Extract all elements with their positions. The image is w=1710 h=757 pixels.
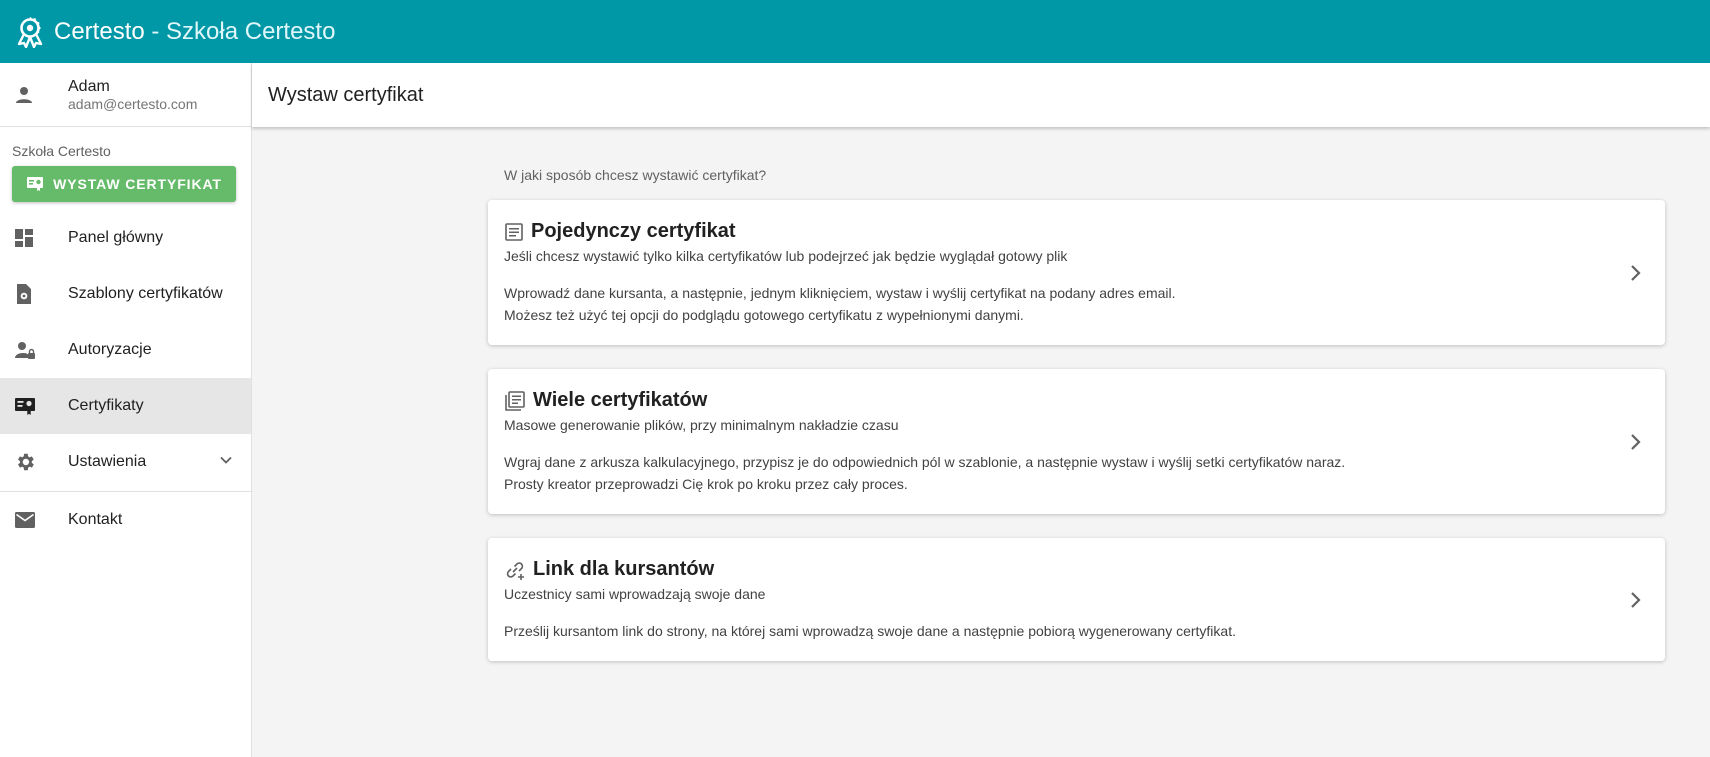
user-name: Adam bbox=[68, 77, 110, 95]
user-lock-icon bbox=[0, 340, 68, 360]
page-title: Wystaw certyfikat bbox=[268, 83, 424, 106]
sidebar-item-authorizations[interactable]: Autoryzacje bbox=[0, 322, 251, 378]
method-question: W jaki sposób chcesz wystawić certyfikat… bbox=[504, 167, 767, 183]
brand-separator: - bbox=[144, 17, 167, 45]
user-email: adam@certesto.com bbox=[68, 95, 198, 112]
sidebar-item-label: Autoryzacje bbox=[68, 341, 152, 358]
add-link-icon bbox=[506, 561, 524, 580]
user-profile[interactable]: Adam adam@certesto.com bbox=[0, 63, 251, 127]
card-title: Wiele certyfikatów bbox=[533, 389, 708, 411]
card-description: Prześlij kursantom link do strony, na kt… bbox=[504, 623, 1236, 639]
student-link-card[interactable]: Link dla kursantów Uczestnicy sami wprow… bbox=[488, 538, 1665, 661]
template-icon bbox=[0, 283, 68, 305]
gear-icon bbox=[0, 451, 68, 473]
school-name: Szkoła Certesto bbox=[166, 17, 336, 45]
sidebar-item-label: Kontakt bbox=[68, 511, 123, 528]
issue-certificate-button[interactable]: WYSTAW CERTYFIKAT bbox=[12, 166, 236, 202]
documents-stack-icon bbox=[505, 390, 525, 411]
chevron-right-icon[interactable] bbox=[1623, 588, 1647, 612]
card-title: Link dla kursantów bbox=[533, 558, 715, 580]
sidebar-item-dashboard[interactable]: Panel główny bbox=[0, 210, 251, 266]
chevron-down-icon[interactable] bbox=[219, 453, 233, 467]
mail-icon bbox=[0, 511, 68, 529]
sidebar-item-label: Panel główny bbox=[68, 229, 164, 246]
card-description: Prosty kreator przeprowadzi Cię krok po … bbox=[504, 476, 908, 492]
sidebar-nav: Panel główny Szablony certyfikatów Autor… bbox=[0, 210, 251, 548]
card-description: Możesz też użyć tej opcji do podglądu go… bbox=[504, 307, 1024, 323]
page-header: Wystaw certyfikat bbox=[252, 63, 1710, 127]
person-icon bbox=[0, 83, 68, 107]
card-subtitle: Uczestnicy sami wprowadzają swoje dane bbox=[504, 586, 766, 602]
chevron-right-icon[interactable] bbox=[1623, 430, 1647, 454]
card-title: Pojedynczy certyfikat bbox=[531, 220, 736, 242]
card-description: Wprowadź dane kursanta, a następnie, jed… bbox=[504, 285, 1176, 301]
sidebar-item-certificates[interactable]: Certyfikaty bbox=[0, 378, 251, 434]
award-logo-icon bbox=[17, 16, 43, 48]
single-certificate-card[interactable]: Pojedynczy certyfikat Jeśli chcesz wysta… bbox=[488, 200, 1665, 345]
sidebar-item-label: Szablony certyfikatów bbox=[68, 285, 223, 302]
sidebar-item-templates[interactable]: Szablony certyfikatów bbox=[0, 266, 251, 322]
sidebar-item-label: Ustawienia bbox=[68, 453, 147, 470]
multiple-certificates-card[interactable]: Wiele certyfikatów Masowe generowanie pl… bbox=[488, 369, 1665, 514]
chevron-right-icon[interactable] bbox=[1623, 261, 1647, 285]
certificate-icon bbox=[27, 177, 44, 191]
sidebar-item-label: Certyfikaty bbox=[68, 397, 144, 414]
org-name: Szkoła Certesto bbox=[12, 143, 111, 159]
card-subtitle: Jeśli chcesz wystawić tylko kilka certyf… bbox=[504, 248, 1068, 264]
sidebar-item-contact[interactable]: Kontakt bbox=[0, 492, 251, 548]
card-description: Wgraj dane z arkusza kalkulacyjnego, prz… bbox=[504, 454, 1346, 470]
issue-certificate-label: WYSTAW CERTYFIKAT bbox=[53, 176, 222, 192]
sidebar: Adam adam@certesto.com Szkoła Certesto W… bbox=[0, 63, 252, 757]
sidebar-item-settings[interactable]: Ustawienia bbox=[0, 434, 251, 490]
app-bar: Certesto - Szkoła Certesto bbox=[0, 0, 1710, 63]
certificate-icon bbox=[0, 396, 68, 416]
dashboard-icon bbox=[0, 228, 68, 248]
brand-name[interactable]: Certesto bbox=[54, 18, 145, 46]
main-content: W jaki sposób chcesz wystawić certyfikat… bbox=[488, 127, 1665, 661]
card-subtitle: Masowe generowanie plików, przy minimaln… bbox=[504, 417, 899, 433]
document-icon bbox=[505, 222, 523, 241]
